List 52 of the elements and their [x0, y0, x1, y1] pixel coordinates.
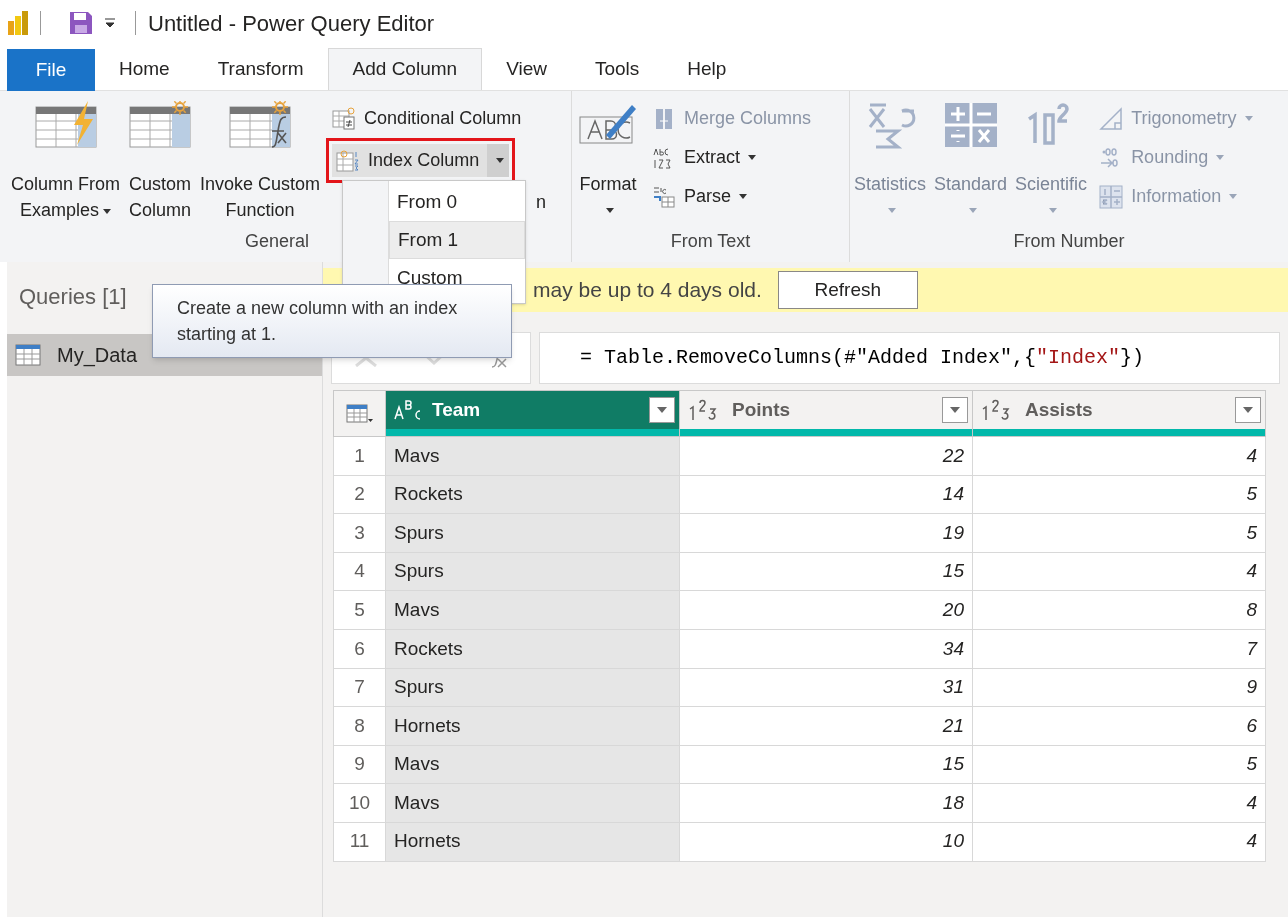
pane-title: Queries [1] [19, 284, 127, 309]
group-label: From Text [670, 230, 751, 253]
table-cell: 14 [679, 475, 973, 514]
table-cell: Mavs [385, 436, 680, 476]
table-cell: 34 [679, 629, 973, 669]
table-cell: 19 [679, 513, 973, 553]
table-cell: Mavs [385, 783, 680, 823]
row-number: 3 [333, 513, 386, 553]
table-cell: 5 [972, 745, 1266, 784]
group-label: General [244, 230, 309, 253]
table-cell: 8 [972, 590, 1266, 630]
table-cell: 21 [679, 706, 973, 746]
table-cell: 5 [972, 513, 1266, 553]
row-number: 8 [333, 706, 386, 746]
tooltip: Create a new column with an index starting at 1. [152, 284, 512, 358]
group-label: From Number [1013, 230, 1125, 253]
table-cell: 4 [972, 436, 1266, 476]
table-cell: 22 [679, 436, 973, 476]
table-cell: Rockets [385, 629, 680, 669]
table-cell: Spurs [385, 668, 680, 707]
table-cell: Mavs [385, 745, 680, 784]
table-cell: 9 [972, 668, 1266, 707]
table-cell: 20 [679, 590, 973, 630]
row-number: 1 [333, 436, 386, 476]
row-number: 9 [333, 745, 386, 784]
table-cell: 10 [679, 822, 973, 862]
table-cell: Rockets [385, 475, 680, 514]
table-cell: Mavs [385, 590, 680, 630]
row-number: 6 [333, 629, 386, 669]
table-cell: 5 [972, 475, 1266, 514]
row-number: 4 [333, 552, 386, 591]
info-message: may be up to 4 days old. [533, 277, 762, 304]
window-title: Untitled - Power Query Editor [148, 9, 435, 38]
table-cell: 15 [679, 552, 973, 591]
table-cell: Hornets [385, 706, 680, 746]
table-cell: 4 [972, 783, 1266, 823]
table-cell: 4 [972, 552, 1266, 591]
row-number: 5 [333, 590, 386, 630]
row-number: 10 [333, 783, 386, 823]
button-label: n [536, 191, 547, 214]
table-cell: 4 [972, 822, 1266, 862]
table-cell: 6 [972, 706, 1266, 746]
table-cell: Hornets [385, 822, 680, 862]
table-cell: 7 [972, 629, 1266, 669]
table-cell: Spurs [385, 552, 680, 591]
row-number: 2 [333, 475, 386, 514]
table-cell: Spurs [385, 513, 680, 553]
table-cell: 18 [679, 783, 973, 823]
row-number: 11 [333, 822, 386, 862]
table-cell: 15 [679, 745, 973, 784]
table-cell: 31 [679, 668, 973, 707]
row-number: 7 [333, 668, 386, 707]
